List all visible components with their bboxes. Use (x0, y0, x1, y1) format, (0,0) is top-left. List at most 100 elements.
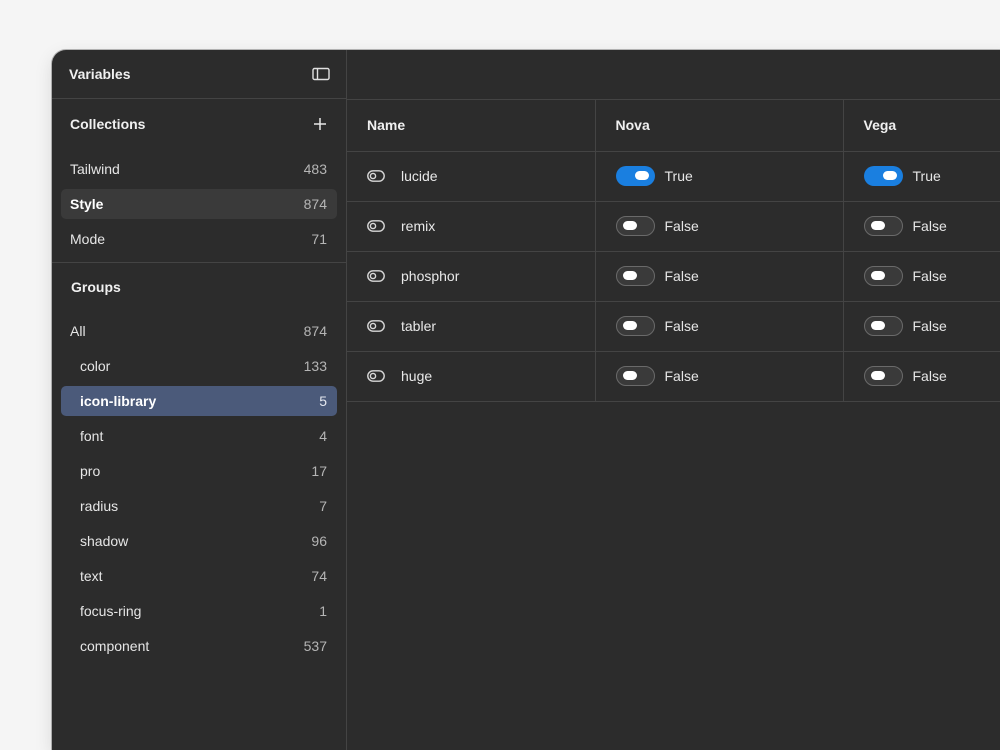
group-count: 96 (311, 533, 327, 549)
sidebar: Variables Collections Tailwind 483 Style… (52, 50, 347, 750)
group-name: focus-ring (80, 603, 142, 619)
group-item-font[interactable]: font 4 (61, 421, 337, 451)
nova-cell[interactable]: True (595, 151, 844, 202)
group-name: text (80, 568, 103, 584)
group-count: 874 (303, 323, 327, 339)
table-body: lucide True True remix False False phosp… (347, 151, 1000, 402)
group-item-focus-ring[interactable]: focus-ring 1 (61, 596, 337, 626)
vega-cell[interactable]: True (843, 151, 1000, 202)
group-count: 4 (319, 428, 327, 444)
boolean-toggle-icon (367, 319, 385, 333)
group-name: shadow (80, 533, 129, 549)
column-header-vega[interactable]: Vega (843, 100, 1000, 152)
collection-count: 483 (303, 161, 327, 177)
table-header-row: Name Nova Vega (347, 100, 1000, 152)
group-name: radius (80, 498, 119, 514)
nova-toggle[interactable] (615, 166, 655, 186)
nova-cell[interactable]: False (595, 251, 844, 302)
group-item-all[interactable]: All 874 (61, 316, 337, 346)
groups-label: Groups (71, 279, 121, 295)
collections-label: Collections (70, 116, 146, 132)
panel-title: Variables (69, 66, 131, 82)
collection-item-tailwind[interactable]: Tailwind 483 (61, 154, 337, 184)
vega-value: False (912, 368, 947, 384)
vega-toggle[interactable] (863, 316, 903, 336)
variable-name: phosphor (401, 268, 460, 284)
toggle-knob (622, 271, 637, 280)
variable-name: remix (401, 218, 436, 234)
vega-cell[interactable]: False (843, 201, 1000, 252)
collection-count: 71 (311, 231, 327, 247)
nova-toggle[interactable] (615, 266, 655, 286)
variables-table: Name Nova Vega lucide True True remix Fa… (347, 100, 1000, 402)
toggle-knob (882, 171, 897, 180)
groups-list: All 874 color 133 icon-library 5 font 4 … (52, 316, 346, 661)
main-toolbar (347, 50, 1000, 100)
name-cell[interactable]: tabler (347, 301, 596, 352)
name-cell[interactable]: phosphor (347, 251, 596, 302)
group-count: 133 (303, 358, 327, 374)
column-header-nova[interactable]: Nova (595, 100, 844, 152)
nova-value: False (664, 318, 699, 334)
nova-value: False (664, 268, 699, 284)
nova-toggle[interactable] (615, 366, 655, 386)
nova-toggle[interactable] (615, 316, 655, 336)
toggle-knob (870, 271, 885, 280)
sidebar-panel-icon[interactable] (312, 67, 330, 81)
name-cell[interactable]: lucide (347, 151, 596, 202)
group-count: 7 (319, 498, 327, 514)
nova-cell[interactable]: False (595, 351, 844, 402)
group-item-color[interactable]: color 133 (61, 351, 337, 381)
table-row[interactable]: tabler False False (347, 301, 1000, 352)
group-item-icon-library[interactable]: icon-library 5 (61, 386, 337, 416)
vega-value: False (912, 318, 947, 334)
vega-toggle[interactable] (863, 266, 903, 286)
vega-toggle[interactable] (863, 366, 903, 386)
group-name: pro (80, 463, 101, 479)
variables-window: Variables Collections Tailwind 483 Style… (52, 50, 1000, 750)
boolean-toggle-icon (367, 219, 385, 233)
name-cell[interactable]: remix (347, 201, 596, 252)
toggle-knob (870, 371, 885, 380)
group-name: font (80, 428, 104, 444)
group-name: component (80, 638, 150, 654)
nova-toggle[interactable] (615, 216, 655, 236)
vega-cell[interactable]: False (843, 251, 1000, 302)
table-row[interactable]: phosphor False False (347, 251, 1000, 302)
table-row[interactable]: lucide True True (347, 151, 1000, 202)
collection-item-style[interactable]: Style 874 (61, 189, 337, 219)
group-item-pro[interactable]: pro 17 (61, 456, 337, 486)
toggle-knob (622, 321, 637, 330)
group-name: color (80, 358, 111, 374)
boolean-toggle-icon (367, 269, 385, 283)
nova-value: False (664, 368, 699, 384)
variables-main: Name Nova Vega lucide True True remix Fa… (347, 50, 1000, 750)
collection-count: 874 (303, 196, 327, 212)
column-header-name[interactable]: Name (347, 100, 596, 152)
table-row[interactable]: remix False False (347, 201, 1000, 252)
table-row[interactable]: huge False False (347, 351, 1000, 402)
group-item-shadow[interactable]: shadow 96 (61, 526, 337, 556)
nova-value: True (664, 168, 693, 184)
name-cell[interactable]: huge (347, 351, 596, 402)
vega-toggle[interactable] (863, 166, 903, 186)
vega-value: False (912, 268, 947, 284)
group-item-text[interactable]: text 74 (61, 561, 337, 591)
group-name: icon-library (80, 393, 157, 409)
variable-name: huge (401, 368, 433, 384)
plus-icon[interactable] (312, 116, 328, 132)
vega-cell[interactable]: False (843, 301, 1000, 352)
collection-item-mode[interactable]: Mode 71 (61, 224, 337, 254)
group-item-radius[interactable]: radius 7 (61, 491, 337, 521)
group-count: 74 (311, 568, 327, 584)
vega-toggle[interactable] (863, 216, 903, 236)
vega-cell[interactable]: False (843, 351, 1000, 402)
collection-name: Style (70, 196, 104, 212)
nova-cell[interactable]: False (595, 201, 844, 252)
group-item-component[interactable]: component 537 (61, 631, 337, 661)
toggle-knob (622, 371, 637, 380)
nova-cell[interactable]: False (595, 301, 844, 352)
boolean-toggle-icon (367, 369, 385, 383)
group-count: 5 (319, 393, 327, 409)
vega-value: False (912, 218, 947, 234)
